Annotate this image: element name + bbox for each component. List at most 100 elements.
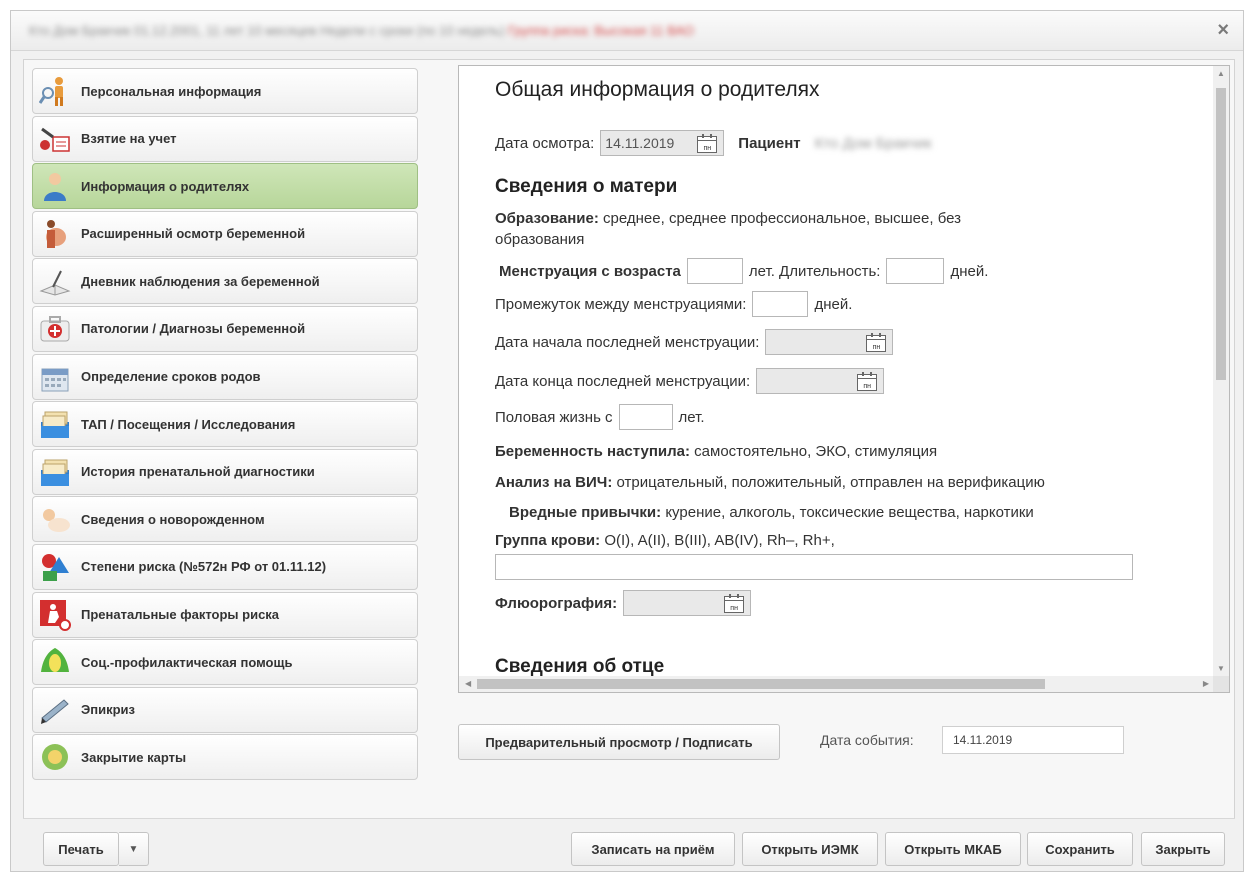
sex-life-years-unit: лет. (678, 408, 705, 426)
pregnancy-row: Беременность наступила: самостоятельно, … (495, 443, 937, 460)
pregnancy-options[interactable]: самостоятельно, ЭКО, стимуляция (694, 443, 937, 460)
blood-row: Группа крови: O(I), A(II), B(III), AB(IV… (495, 532, 835, 549)
folders-icon (37, 454, 73, 490)
journal-icon (37, 263, 73, 299)
sidebar-item-label: Взятие на учет (81, 131, 177, 147)
sidebar-item-7[interactable]: Определение сроков родов (32, 353, 418, 400)
hiv-label: Анализ на ВИЧ: (495, 474, 613, 491)
exam-date-input[interactable]: 14.11.2019 пн (600, 130, 725, 156)
sidebar-item-6[interactable]: Патологии / Диагнозы беременной (32, 305, 418, 352)
close-icon[interactable]: × (1217, 20, 1229, 40)
print-button[interactable]: Печать (43, 832, 119, 866)
sex-life-label: Половая жизнь с (495, 408, 613, 426)
blood-input-row (495, 554, 1133, 580)
event-date-label: Дата события: (820, 732, 914, 748)
close-button[interactable]: Закрыть (1141, 832, 1225, 866)
sidebar-item-label: Степени риска (№572н РФ от 01.11.12) (81, 559, 327, 575)
sidebar-item-14[interactable]: Эпикриз (32, 686, 418, 733)
sidebar-item-label: Информация о родителях (81, 178, 250, 194)
sidebar-item-label: Соц.-профилактическая помощь (81, 654, 293, 670)
body-area: Персональная информация Взятие на учет Инф… (23, 59, 1235, 819)
interval-input[interactable] (752, 291, 809, 317)
sidebar-item-label: Расширенный осмотр беременной (81, 226, 306, 242)
event-date-value: 14.11.2019 (953, 733, 1013, 747)
calendar-icon[interactable]: пн (866, 333, 887, 352)
sidebar-item-label: Закрытие карты (81, 749, 187, 765)
education-option-none[interactable]: образования (495, 231, 584, 248)
scroll-left-icon[interactable]: ◀ (465, 679, 471, 688)
sidebar-item-3[interactable]: Информация о родителях (32, 163, 418, 210)
calendar-glyph: пн (703, 145, 712, 152)
fluoro-label: Флюорография: (495, 594, 618, 612)
sidebar-item-13[interactable]: Соц.-профилактическая помощь (32, 639, 418, 686)
last-end-date-input[interactable]: пн (756, 368, 885, 394)
folders-icon (37, 406, 73, 442)
sidebar-item-15[interactable]: Закрытие карты (32, 734, 418, 781)
blood-extra-input[interactable] (495, 554, 1133, 580)
sidebar-item-label: Пренатальные факторы риска (81, 607, 280, 623)
event-date-input[interactable]: 14.11.2019 (942, 726, 1124, 754)
sidebar-item-label: Эпикриз (81, 702, 135, 718)
education-row: Образование: среднее, среднее профессион… (495, 210, 961, 227)
menstruation-age-input[interactable] (686, 258, 743, 284)
sidebar-item-5[interactable]: Дневник наблюдения за беременной (32, 258, 418, 305)
menstruation-row: Менструация с возраста лет. Длительность… (495, 258, 988, 284)
duration-label: Длительность: (779, 262, 881, 280)
education-options[interactable]: среднее, среднее профессиональное, высше… (603, 210, 961, 227)
sex-life-row: Половая жизнь с лет. (495, 404, 705, 430)
preview-sign-button[interactable]: Предварительный просмотр / Подписать (458, 724, 780, 760)
habits-label: Вредные привычки: (509, 504, 662, 521)
scroll-up-icon[interactable]: ▲ (1217, 69, 1225, 78)
chevron-down-icon: ▼ (128, 843, 139, 855)
duration-input[interactable] (886, 258, 945, 284)
sidebar-item-12[interactable]: Пренатальные факторы риска (32, 591, 418, 638)
interval-label: Промежуток между менструациями: (495, 295, 747, 313)
person-magnifier-icon (37, 73, 73, 109)
sidebar-item-11[interactable]: Степени риска (№572н РФ от 01.11.12) (32, 543, 418, 590)
blood-options[interactable]: O(I), A(II), B(III), AB(IV), Rh–, Rh+, (604, 532, 834, 549)
print-menu-button[interactable]: ▼ (119, 832, 149, 866)
sidebar-item-9[interactable]: История пренатальной диагностики (32, 448, 418, 495)
pregnancy-label: Беременность наступила: (495, 443, 690, 460)
sidebar-item-label: Дневник наблюдения за беременной (81, 273, 320, 289)
scroll-down-icon[interactable]: ▼ (1217, 664, 1225, 673)
fluoro-row: Флюорография: пн (495, 590, 757, 616)
hiv-options[interactable]: отрицательный, положительный, отправлен … (617, 474, 1045, 491)
calendar-glyph: пн (730, 605, 738, 612)
vertical-scroll-thumb[interactable] (1216, 88, 1226, 380)
sidebar-item-10[interactable]: Сведения о новорожденном (32, 496, 418, 543)
horizontal-scroll-thumb[interactable] (477, 679, 1045, 689)
sidebar-item-1[interactable]: Персональная информация (32, 68, 418, 114)
calendar-icon[interactable]: пн (857, 372, 878, 391)
save-button[interactable]: Сохранить (1027, 832, 1133, 866)
last-start-label: Дата начала последней менструации: (495, 333, 760, 351)
habits-options[interactable]: курение, алкоголь, токсические вещества,… (665, 504, 1033, 521)
sex-life-age-input[interactable] (618, 404, 673, 430)
sidebar-item-2[interactable]: Взятие на учет (32, 115, 418, 162)
patient-name: Кто Дом Бракчик (814, 134, 932, 152)
risk-icon (37, 549, 73, 585)
habits-row: Вредные привычки: курение, алкоголь, ток… (495, 504, 1034, 521)
last-start-date-input[interactable]: пн (765, 329, 894, 355)
interval-row: Промежуток между менструациями: дней. (495, 291, 852, 317)
education-label: Образование: (495, 210, 599, 227)
interval-days-unit: дней. (814, 295, 853, 313)
page-title: Общая информация о родителях (495, 78, 820, 101)
social-help-icon (37, 644, 73, 680)
sidebar-nav: Персональная информация Взятие на учет Инф… (32, 68, 418, 782)
education-row-2: образования (495, 231, 584, 248)
open-mkab-button[interactable]: Открыть МКАБ (885, 832, 1021, 866)
pregnant-icon (37, 216, 73, 252)
schedule-appointment-button[interactable]: Записать на приём (571, 832, 735, 866)
open-iemk-button[interactable]: Открыть ИЭМК (742, 832, 878, 866)
last-end-row: Дата конца последней менструации: пн (495, 368, 890, 394)
days-unit: дней. (950, 262, 989, 280)
calendar-icon[interactable]: пн (724, 594, 745, 613)
sidebar-item-8[interactable]: ТАП / Посещения / Исследования (32, 401, 418, 448)
scroll-right-icon[interactable]: ▶ (1203, 679, 1209, 688)
vertical-scrollbar[interactable]: ▲ ▼ (1213, 66, 1229, 676)
sidebar-item-4[interactable]: Расширенный осмотр беременной (32, 210, 418, 257)
fluoro-date-input[interactable]: пн (623, 590, 752, 616)
calendar-icon[interactable]: пн (697, 134, 718, 153)
horizontal-scrollbar[interactable]: ◀ ▶ (459, 676, 1215, 692)
